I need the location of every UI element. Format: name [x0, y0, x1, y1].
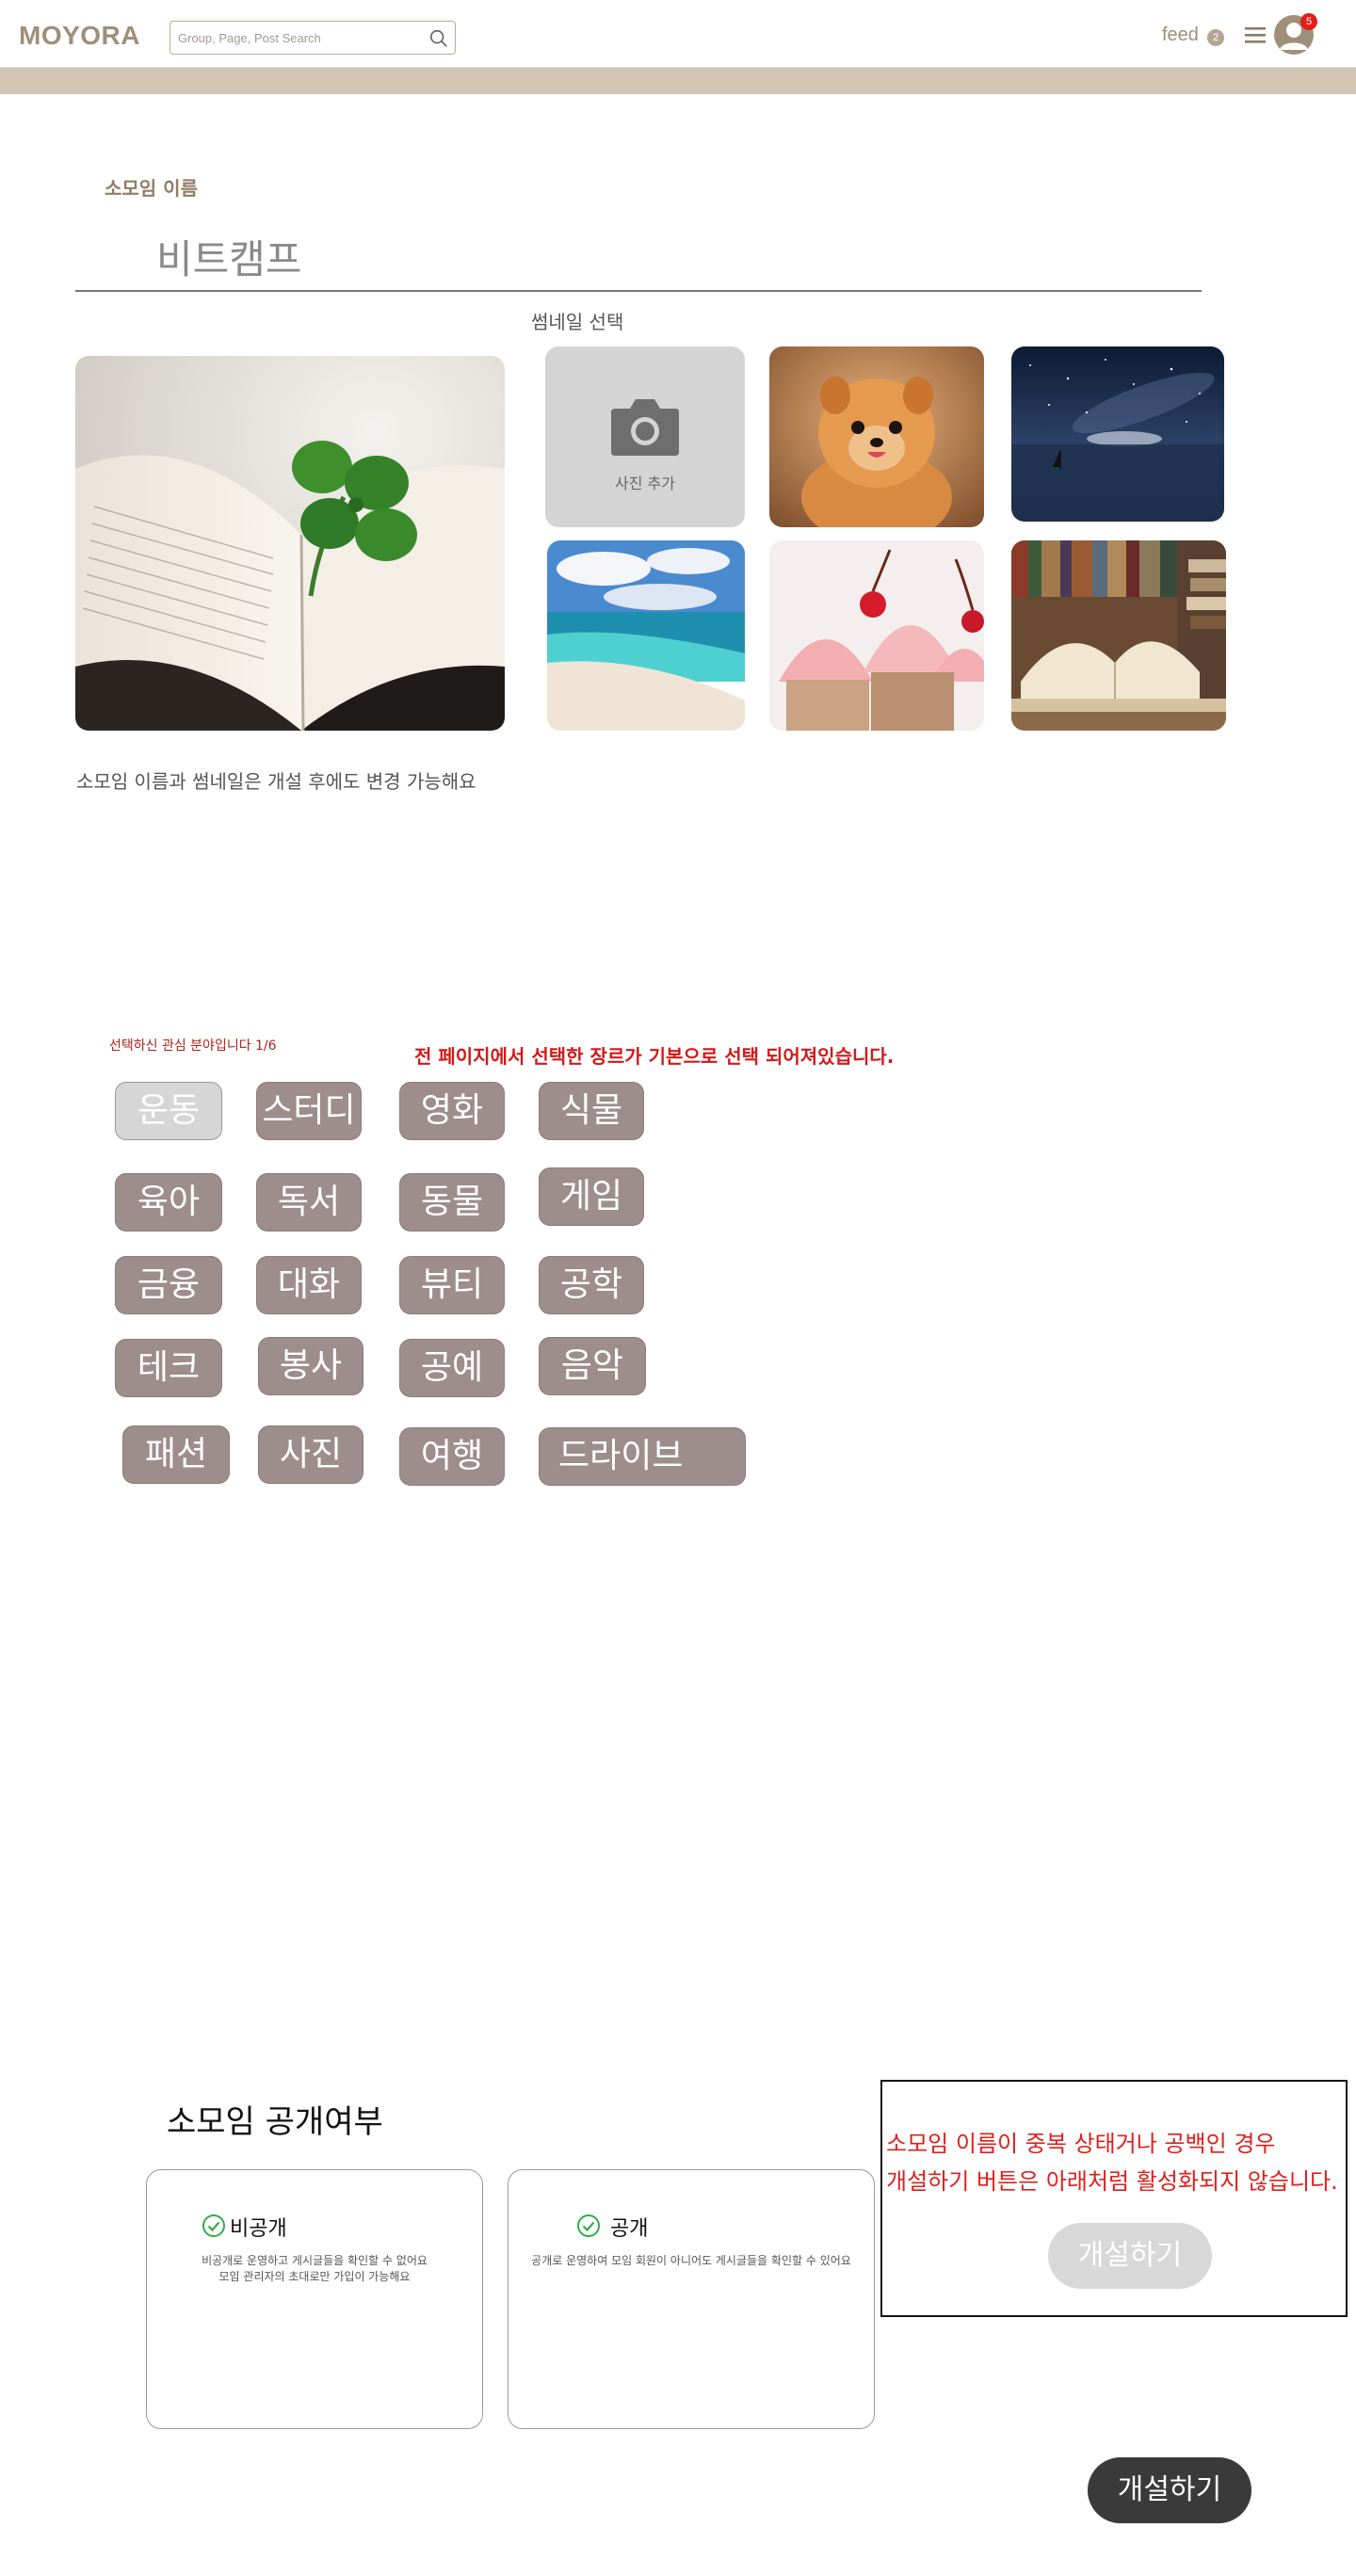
notification-badge: 5	[1300, 13, 1317, 30]
thumbnail-option-books[interactable]	[1011, 540, 1226, 731]
note-line-1: 소모임 이름이 중복 상태거나 공백인 경우	[886, 2131, 1276, 2157]
interest-chip[interactable]: 봉사	[258, 1337, 363, 1395]
thumbnail-label: 썸네일 선택	[531, 311, 624, 333]
interest-chip[interactable]: 공예	[399, 1339, 505, 1397]
interest-chip[interactable]: 테크	[115, 1339, 222, 1397]
thumbnail-option-starry-lake[interactable]	[1011, 346, 1224, 522]
visibility-public-label: 공개	[610, 2217, 649, 2241]
visibility-private-card[interactable]: 비공개 비공개로 운영하고 게시글들을 확인할 수 없어요 모임 관리자의 초대…	[146, 2169, 483, 2429]
visibility-private-desc: 비공개로 운영하고 게시글들을 확인할 수 없어요 모임 관리자의 초대로만 가…	[147, 2253, 482, 2285]
visibility-title: 소모임 공개여부	[167, 2103, 383, 2141]
selected-thumbnail	[75, 356, 505, 731]
visibility-public-desc: 공개로 운영하여 모임 회원이 아니어도 게시글들을 확인할 수 있어요	[531, 2254, 851, 2267]
feed-count-badge: 2	[1207, 29, 1224, 46]
visibility-private-label: 비공개	[230, 2217, 287, 2241]
interest-count-label: 선택하신 관심 분야입니다 1/6	[109, 1038, 277, 1054]
interest-chip[interactable]: 영화	[399, 1082, 505, 1140]
check-circle-icon	[577, 2214, 600, 2237]
check-circle-icon	[202, 2214, 225, 2237]
interest-chip[interactable]: 공학	[539, 1256, 644, 1314]
feed-link[interactable]: feed	[1162, 24, 1199, 46]
menu-icon[interactable]	[1243, 24, 1267, 45]
interest-chip[interactable]: 대화	[256, 1256, 362, 1314]
group-name-label: 소모임 이름	[105, 177, 198, 200]
interest-chip[interactable]: 육아	[115, 1173, 222, 1232]
thumbnail-option-cupcakes[interactable]	[769, 540, 984, 731]
search-input[interactable]	[178, 27, 413, 48]
thumbnail-option-beach[interactable]	[547, 540, 745, 731]
interest-default-note: 전 페이지에서 선택한 장르가 기본으로 선택 되어져있습니다.	[414, 1045, 895, 1068]
group-name-input[interactable]: 비트캠프	[156, 228, 302, 285]
interest-chip[interactable]: 여행	[399, 1427, 505, 1486]
name-underline	[75, 290, 1202, 292]
header-accent-bar	[0, 68, 1356, 94]
thumbnail-option-puppy[interactable]	[769, 346, 984, 527]
create-button[interactable]: 개설하기	[1088, 2457, 1251, 2523]
interest-chip[interactable]: 드라이브	[539, 1427, 746, 1486]
interest-chip[interactable]: 동물	[399, 1173, 505, 1232]
interest-chip[interactable]: 독서	[256, 1173, 362, 1232]
interest-chip[interactable]: 게임	[539, 1167, 644, 1226]
add-photo-button[interactable]: 사진 추가	[545, 346, 745, 527]
interest-chip[interactable]: 스터디	[256, 1082, 362, 1140]
add-photo-label: 사진 추가	[615, 475, 675, 492]
search-icon[interactable]	[428, 28, 449, 49]
interest-chip[interactable]: 금융	[115, 1256, 222, 1314]
interest-chip[interactable]: 음악	[539, 1337, 646, 1395]
visibility-public-card[interactable]: 공개 공개로 운영하여 모임 회원이 아니어도 게시글들을 확인할 수 있어요	[508, 2169, 875, 2429]
camera-icon	[611, 399, 679, 456]
create-button-disabled: 개설하기	[1048, 2223, 1212, 2289]
interest-chip[interactable]: 식물	[539, 1082, 644, 1140]
interest-chip[interactable]: 뷰티	[399, 1256, 505, 1314]
interest-chip[interactable]: 사진	[258, 1425, 363, 1484]
interest-chip-selected[interactable]: 운동	[115, 1082, 222, 1140]
logo[interactable]: MOYORA	[19, 21, 140, 51]
helper-text: 소모임 이름과 썸네일은 개설 후에도 변경 가능해요	[76, 770, 476, 793]
disabled-button-note: 소모임 이름이 중복 상태거나 공백인 경우 개설하기 버튼은 아래처럼 활성화…	[880, 2080, 1348, 2317]
visibility-private-desc-line2: 모임 관리자의 초대로만 가입이 가능해요	[218, 2270, 411, 2283]
note-line-2: 개설하기 버튼은 아래처럼 활성화되지 않습니다.	[886, 2168, 1338, 2195]
search-box[interactable]	[170, 21, 456, 55]
interest-chip[interactable]: 패션	[122, 1425, 230, 1484]
visibility-private-desc-line1: 비공개로 운영하고 게시글들을 확인할 수 없어요	[202, 2254, 428, 2267]
